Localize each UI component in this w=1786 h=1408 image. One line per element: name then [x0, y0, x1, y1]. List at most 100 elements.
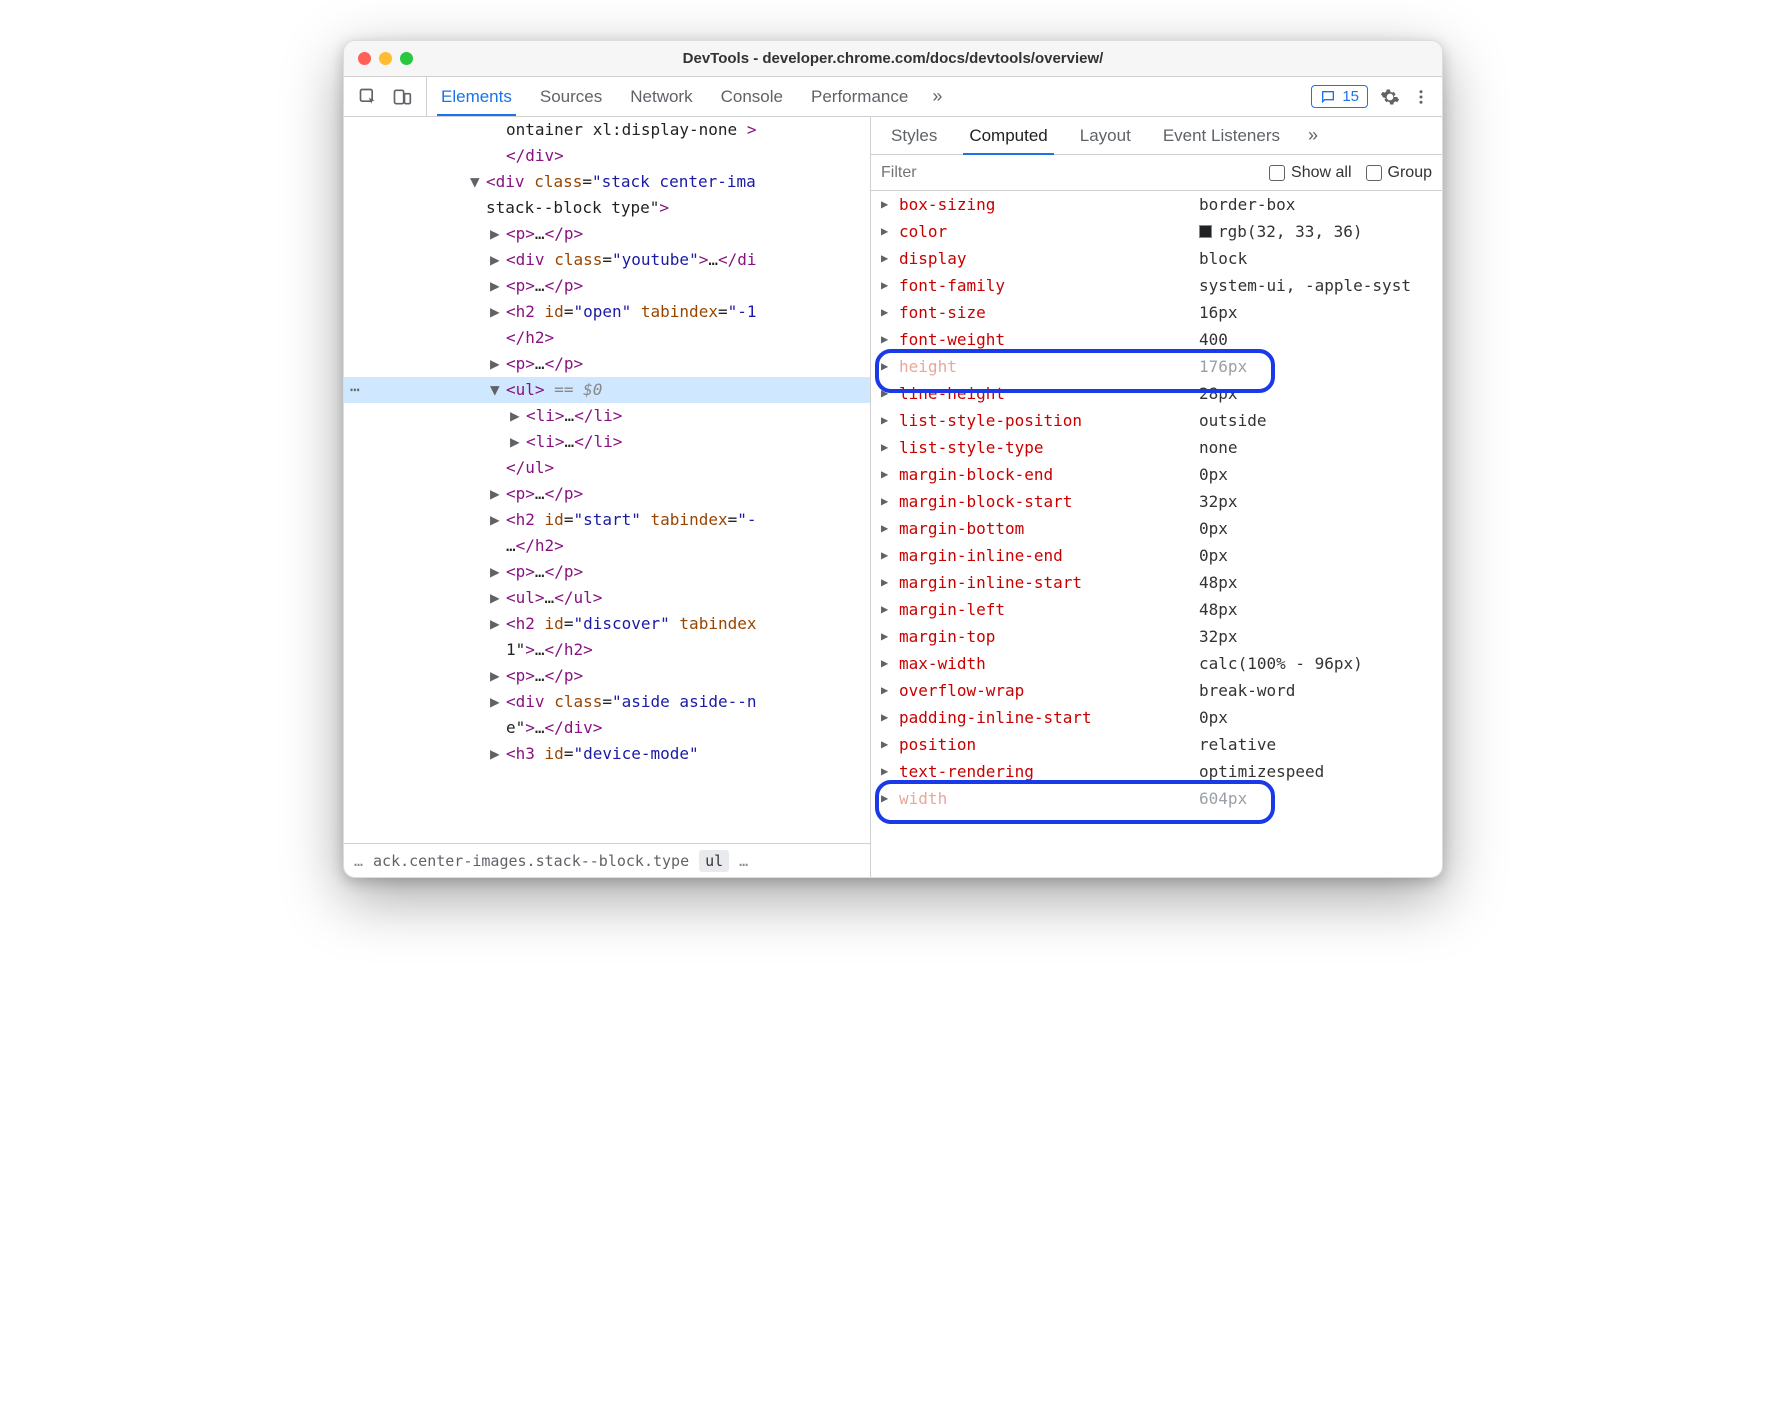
- computed-row-list-style-type[interactable]: ▶list-style-typenone: [871, 434, 1442, 461]
- issues-button[interactable]: 15: [1311, 85, 1368, 108]
- dom-tree-line[interactable]: ontainer xl:display-none >: [344, 117, 870, 143]
- computed-row-text-rendering[interactable]: ▶text-renderingoptimizespeed: [871, 758, 1442, 785]
- color-swatch[interactable]: [1199, 225, 1212, 238]
- dom-tree-line[interactable]: ▼<div class="stack center-ima: [344, 169, 870, 195]
- computed-row-display[interactable]: ▶displayblock: [871, 245, 1442, 272]
- dom-tree-line[interactable]: ▶<h2 id="discover" tabindex: [344, 611, 870, 637]
- breadcrumb-seg-parent[interactable]: ack.center-images.stack--block.type: [373, 852, 689, 870]
- computed-row-margin-block-end[interactable]: ▶margin-block-end0px: [871, 461, 1442, 488]
- expand-triangle-icon[interactable]: ▶: [881, 299, 893, 326]
- group-checkbox[interactable]: Group: [1366, 164, 1432, 182]
- computed-row-list-style-position[interactable]: ▶list-style-positionoutside: [871, 407, 1442, 434]
- dom-tree-line[interactable]: ▶<p>…</p>: [344, 351, 870, 377]
- computed-row-height[interactable]: ▶height176px: [871, 353, 1442, 380]
- disclosure-triangle-icon[interactable]: ▶: [490, 351, 502, 377]
- expand-triangle-icon[interactable]: ▶: [881, 758, 893, 785]
- dom-tree-line[interactable]: ▶<h2 id="start" tabindex="-: [344, 507, 870, 533]
- side-tab-styles[interactable]: Styles: [877, 117, 951, 154]
- expand-triangle-icon[interactable]: ▶: [881, 191, 893, 218]
- disclosure-triangle-icon[interactable]: ▶: [490, 507, 502, 533]
- expand-triangle-icon[interactable]: ▶: [881, 650, 893, 677]
- dom-tree-line[interactable]: </div>: [344, 143, 870, 169]
- computed-row-width[interactable]: ▶width604px: [871, 785, 1442, 812]
- filter-input[interactable]: [881, 164, 1255, 182]
- dom-tree-line[interactable]: </h2>: [344, 325, 870, 351]
- breadcrumb-ellipsis-right[interactable]: …: [739, 852, 748, 870]
- computed-properties[interactable]: ▶box-sizingborder-box▶colorrgb(32, 33, 3…: [871, 191, 1442, 877]
- minimize-window-button[interactable]: [379, 52, 392, 65]
- show-all-checkbox[interactable]: Show all: [1269, 164, 1351, 182]
- computed-row-margin-inline-start[interactable]: ▶margin-inline-start48px: [871, 569, 1442, 596]
- dom-tree-line[interactable]: ▶<p>…</p>: [344, 663, 870, 689]
- dom-tree-line[interactable]: e">…</div>: [344, 715, 870, 741]
- computed-row-max-width[interactable]: ▶max-widthcalc(100% - 96px): [871, 650, 1442, 677]
- computed-row-position[interactable]: ▶positionrelative: [871, 731, 1442, 758]
- computed-row-margin-inline-end[interactable]: ▶margin-inline-end0px: [871, 542, 1442, 569]
- expand-triangle-icon[interactable]: ▶: [881, 785, 893, 812]
- tab-performance[interactable]: Performance: [797, 77, 922, 116]
- breadcrumb-seg-ul[interactable]: ul: [699, 850, 729, 872]
- dom-tree-line[interactable]: ▶<p>…</p>: [344, 481, 870, 507]
- dom-tree-line[interactable]: ▶<h2 id="open" tabindex="-1: [344, 299, 870, 325]
- expand-triangle-icon[interactable]: ▶: [881, 731, 893, 758]
- expand-triangle-icon[interactable]: ▶: [881, 380, 893, 407]
- disclosure-triangle-icon[interactable]: ▼: [470, 169, 482, 195]
- computed-row-margin-left[interactable]: ▶margin-left48px: [871, 596, 1442, 623]
- tab-elements[interactable]: Elements: [427, 77, 526, 116]
- dom-tree-line[interactable]: </ul>: [344, 455, 870, 481]
- dom-tree-line[interactable]: ▶<h3 id="device-mode": [344, 741, 870, 767]
- disclosure-triangle-icon[interactable]: ▶: [490, 559, 502, 585]
- expand-triangle-icon[interactable]: ▶: [881, 569, 893, 596]
- dom-tree-line[interactable]: 1">…</h2>: [344, 637, 870, 663]
- expand-triangle-icon[interactable]: ▶: [881, 245, 893, 272]
- computed-row-font-weight[interactable]: ▶font-weight400: [871, 326, 1442, 353]
- computed-row-color[interactable]: ▶colorrgb(32, 33, 36): [871, 218, 1442, 245]
- expand-triangle-icon[interactable]: ▶: [881, 596, 893, 623]
- expand-triangle-icon[interactable]: ▶: [881, 542, 893, 569]
- disclosure-triangle-icon[interactable]: ▶: [490, 247, 502, 273]
- disclosure-triangle-icon[interactable]: ▼: [490, 377, 502, 403]
- disclosure-triangle-icon[interactable]: ▶: [490, 741, 502, 767]
- dom-tree-line[interactable]: ▶<p>…</p>: [344, 273, 870, 299]
- disclosure-triangle-icon[interactable]: ▶: [490, 585, 502, 611]
- dom-tree-line[interactable]: ▶<li>…</li>: [344, 403, 870, 429]
- computed-row-padding-inline-start[interactable]: ▶padding-inline-start0px: [871, 704, 1442, 731]
- dom-tree-line[interactable]: ▶<p>…</p>: [344, 559, 870, 585]
- disclosure-triangle-icon[interactable]: ▶: [490, 689, 502, 715]
- dom-tree[interactable]: ontainer xl:display-none ></div>▼<div cl…: [344, 117, 870, 843]
- computed-row-overflow-wrap[interactable]: ▶overflow-wrapbreak-word: [871, 677, 1442, 704]
- disclosure-triangle-icon[interactable]: ▶: [510, 403, 522, 429]
- expand-triangle-icon[interactable]: ▶: [881, 353, 893, 380]
- disclosure-triangle-icon[interactable]: ▶: [490, 221, 502, 247]
- tabs-overflow-button[interactable]: »: [922, 86, 952, 107]
- expand-triangle-icon[interactable]: ▶: [881, 677, 893, 704]
- expand-triangle-icon[interactable]: ▶: [881, 623, 893, 650]
- close-window-button[interactable]: [358, 52, 371, 65]
- dom-tree-line[interactable]: ▶<div class="youtube">…</di: [344, 247, 870, 273]
- zoom-window-button[interactable]: [400, 52, 413, 65]
- computed-row-line-height[interactable]: ▶line-height28px: [871, 380, 1442, 407]
- side-tab-computed[interactable]: Computed: [955, 117, 1061, 154]
- computed-row-box-sizing[interactable]: ▶box-sizingborder-box: [871, 191, 1442, 218]
- dom-tree-line[interactable]: ▶<p>…</p>: [344, 221, 870, 247]
- disclosure-triangle-icon[interactable]: ▶: [490, 481, 502, 507]
- disclosure-triangle-icon[interactable]: ▶: [490, 299, 502, 325]
- tab-network[interactable]: Network: [616, 77, 706, 116]
- side-tab-event-listeners[interactable]: Event Listeners: [1149, 117, 1294, 154]
- dom-tree-line[interactable]: ▶<li>…</li>: [344, 429, 870, 455]
- expand-triangle-icon[interactable]: ▶: [881, 434, 893, 461]
- disclosure-triangle-icon[interactable]: ▶: [490, 611, 502, 637]
- settings-button[interactable]: [1380, 87, 1400, 107]
- disclosure-triangle-icon[interactable]: ▶: [510, 429, 522, 455]
- dom-tree-line[interactable]: ▶<ul>…</ul>: [344, 585, 870, 611]
- expand-triangle-icon[interactable]: ▶: [881, 461, 893, 488]
- computed-row-margin-top[interactable]: ▶margin-top32px: [871, 623, 1442, 650]
- computed-row-font-family[interactable]: ▶font-familysystem-ui, -apple-syst: [871, 272, 1442, 299]
- tab-console[interactable]: Console: [707, 77, 797, 116]
- device-toolbar-icon[interactable]: [392, 87, 412, 107]
- computed-row-font-size[interactable]: ▶font-size16px: [871, 299, 1442, 326]
- computed-row-margin-bottom[interactable]: ▶margin-bottom0px: [871, 515, 1442, 542]
- dom-tree-line[interactable]: ▼<ul> == $0: [344, 377, 870, 403]
- inspect-element-icon[interactable]: [358, 87, 378, 107]
- more-options-button[interactable]: [1412, 88, 1430, 106]
